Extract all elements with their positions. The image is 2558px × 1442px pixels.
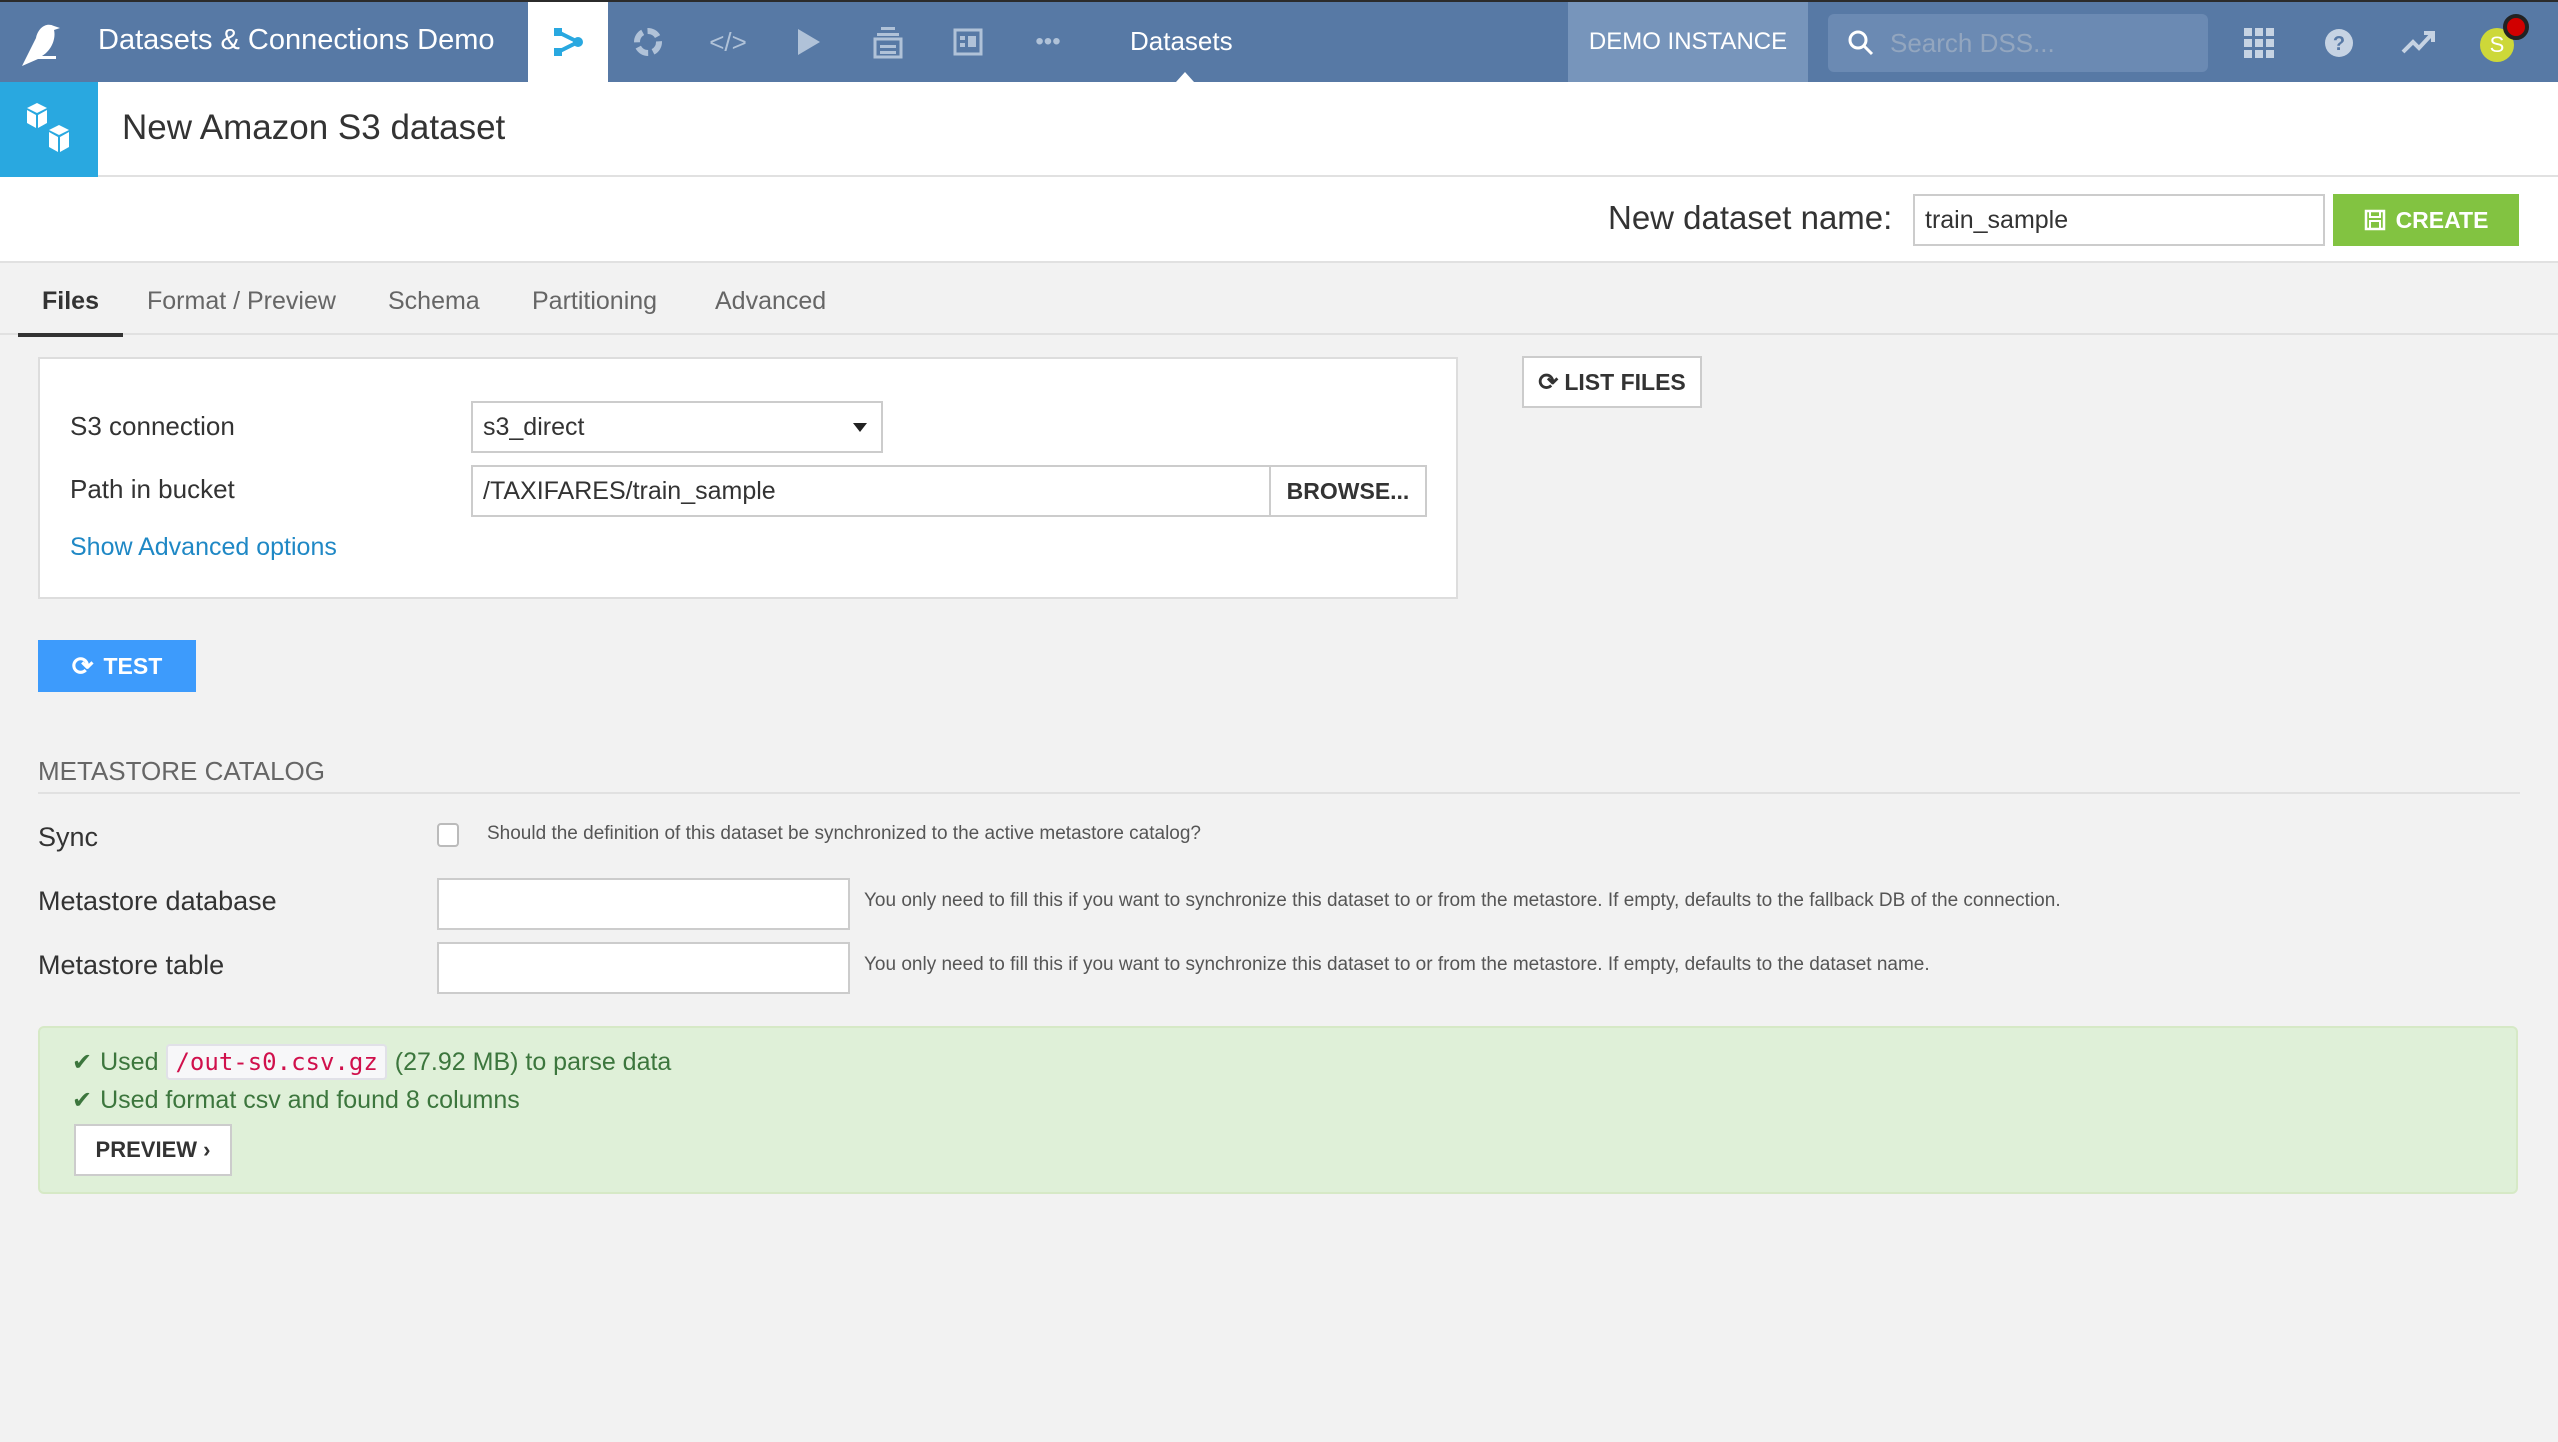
tab-schema[interactable]: Schema <box>388 287 480 333</box>
help-icon[interactable]: ? <box>2320 24 2358 62</box>
result-line-file: ✔ Used /out-s0.csv.gz (27.92 MB) to pars… <box>72 1044 671 1080</box>
create-button[interactable]: CREATE <box>2333 194 2519 246</box>
code-icon[interactable]: </> <box>708 22 748 62</box>
check-icon: ✔ <box>72 1087 93 1114</box>
s3-connection-select[interactable]: s3_direct <box>471 401 883 453</box>
metastore-table-help: You only need to fill this if you want t… <box>864 954 1930 975</box>
nav-flow-button[interactable] <box>528 2 608 82</box>
tab-format-preview[interactable]: Format / Preview <box>147 287 336 333</box>
path-label: Path in bucket <box>70 474 235 504</box>
sync-help-text: Should the definition of this dataset be… <box>487 823 1202 844</box>
more-icon[interactable]: ••• <box>1028 22 1068 62</box>
activity-icon[interactable] <box>2400 24 2438 62</box>
list-files-label: LIST FILES <box>1564 368 1686 395</box>
dataset-name-bar: New dataset name: CREATE <box>0 177 2558 263</box>
page-header: New Amazon S3 dataset <box>0 82 2558 177</box>
check-icon: ✔ <box>72 1048 93 1076</box>
list-files-button[interactable]: ⟳ LIST FILES <box>1522 356 1702 408</box>
svg-text:?: ? <box>2333 33 2345 55</box>
refresh-icon: ⟳ <box>71 650 94 681</box>
lab-icon[interactable] <box>628 22 668 62</box>
nav-datasets-link[interactable]: Datasets <box>1130 26 1233 57</box>
tab-files[interactable]: Files <box>18 287 123 337</box>
run-icon[interactable] <box>788 22 828 62</box>
s3-connection-label: S3 connection <box>70 411 235 441</box>
page-title: New Amazon S3 dataset <box>122 108 506 147</box>
metastore-database-label: Metastore database <box>38 886 277 916</box>
browse-button[interactable]: BROWSE... <box>1269 465 1427 517</box>
deploy-icon[interactable] <box>868 22 908 62</box>
dashboard-icon[interactable] <box>948 22 988 62</box>
notification-badge[interactable] <box>2503 14 2529 40</box>
metastore-table-input[interactable] <box>437 942 850 994</box>
result-line-format: ✔ Used format csv and found 8 columns <box>72 1086 520 1115</box>
result-file-size: (27.92 MB) to parse data <box>394 1047 672 1076</box>
dataset-name-label: New dataset name: <box>1608 199 1893 236</box>
flow-icon <box>554 28 583 56</box>
create-label: CREATE <box>2395 206 2489 233</box>
sync-checkbox[interactable] <box>437 823 459 847</box>
global-search[interactable] <box>1828 14 2208 72</box>
test-label: TEST <box>103 652 163 679</box>
project-title[interactable]: Datasets & Connections Demo <box>98 24 495 57</box>
preview-button[interactable]: PREVIEW › <box>74 1124 232 1176</box>
metastore-section-title: METASTORE CATALOG <box>38 756 326 786</box>
result-format-text: Used format csv and found 8 columns <box>100 1086 520 1114</box>
dataset-name-input[interactable] <box>1913 194 2325 246</box>
sync-label: Sync <box>38 822 99 852</box>
apps-grid-icon[interactable] <box>2240 24 2278 62</box>
metastore-database-input[interactable] <box>437 878 850 930</box>
save-icon <box>2364 209 2385 231</box>
s3-connection-value: s3_direct <box>483 413 585 441</box>
s3-dataset-icon <box>27 102 69 152</box>
top-navbar: Datasets & Connections Demo </> ••• Data… <box>0 0 2558 82</box>
test-button[interactable]: ⟳ TEST <box>38 640 196 692</box>
page-icon-box <box>0 82 98 177</box>
tab-advanced[interactable]: Advanced <box>715 287 826 333</box>
active-section-caret <box>1176 72 1194 82</box>
parsed-file-name: /out-s0.csv.gz <box>166 1044 387 1080</box>
metastore-table-label: Metastore table <box>38 950 225 980</box>
connection-card: S3 connection s3_direct Path in bucket B… <box>38 357 1458 599</box>
metastore-database-help: You only need to fill this if you want t… <box>864 890 2061 911</box>
test-result-alert: ✔ Used /out-s0.csv.gz (27.92 MB) to pars… <box>38 1026 2518 1194</box>
refresh-icon: ⟳ <box>1538 368 1559 396</box>
tab-partitioning[interactable]: Partitioning <box>532 287 657 333</box>
search-input[interactable] <box>1890 22 2190 64</box>
bird-logo-icon[interactable] <box>16 16 64 68</box>
chevron-down-icon <box>853 423 867 432</box>
instance-badge[interactable]: DEMO INSTANCE <box>1568 2 1808 82</box>
search-icon <box>1848 30 1874 56</box>
section-divider <box>38 792 2520 794</box>
show-advanced-options-link[interactable]: Show Advanced options <box>70 533 337 562</box>
path-in-bucket-input[interactable] <box>471 465 1271 517</box>
result-used-prefix: Used <box>100 1047 159 1076</box>
dataset-tabs: Files Format / Preview Schema Partitioni… <box>0 263 2558 337</box>
